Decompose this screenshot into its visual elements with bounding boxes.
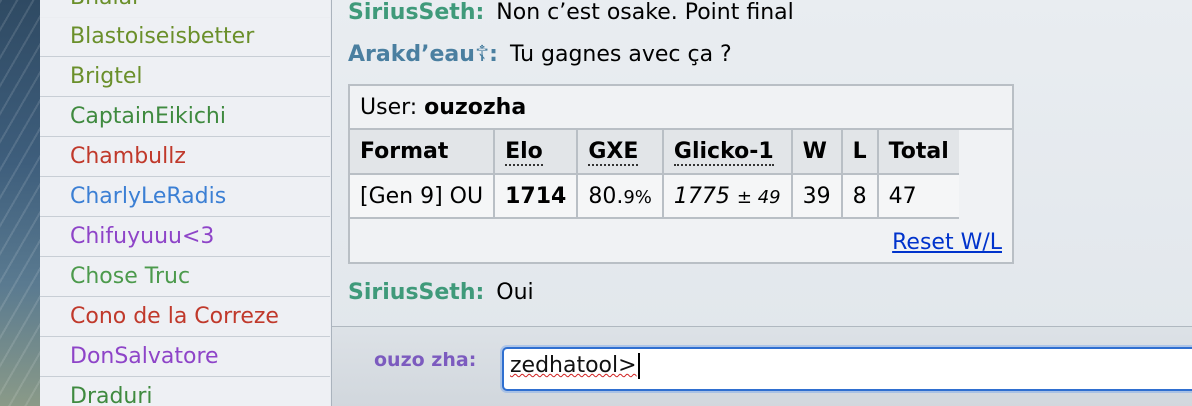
user-list-item[interactable]: Chose Truc (40, 257, 330, 297)
rank-user-line: User: ouzozha (350, 86, 1012, 130)
user-name: Brigtel (70, 64, 143, 89)
cell-format: [Gen 9] OU (350, 174, 496, 219)
cell-elo: 1714 (494, 174, 579, 219)
col-gxe-label: GXE (588, 139, 639, 166)
glicko-main: 1775 (673, 183, 730, 209)
col-glicko: Glicko-1 (662, 130, 793, 175)
gxe-main: 80. (588, 183, 624, 209)
glicko-small: ± 49 (736, 186, 781, 208)
user-list-item[interactable]: Blastoiseisbetter (40, 17, 330, 57)
message-text: Tu gagnes avec ça ? (509, 42, 732, 67)
chat-composer: ouzo zha: zedhatool> (332, 326, 1192, 406)
cell-gxe: 80.9% (577, 174, 664, 219)
message-input-text: zedhatool> (510, 353, 637, 378)
user-name: Chose Truc (70, 264, 191, 289)
user-name: CaptainEikichi (70, 104, 226, 129)
user-list-item[interactable]: Chifuyuuu<3 (40, 217, 330, 257)
user-name: CharlyLeRadis (70, 184, 227, 209)
background-scenery (0, 0, 40, 406)
user-name: Bhalar (70, 0, 141, 10)
message-text: Non c’est osake. Point final (496, 0, 794, 25)
chat-message: Arakd’eau☦: Tu gagnes avec ça ? (348, 42, 732, 67)
composer-username: ouzo zha: (374, 349, 477, 371)
message-author[interactable]: Arakd’eau☦: (348, 42, 498, 67)
col-glicko-label: Glicko-1 (673, 139, 774, 166)
user-list-item[interactable]: DonSalvatore (40, 337, 330, 377)
col-total: Total (877, 130, 959, 175)
user-name: Cono de la Correze (70, 304, 279, 329)
rank-user-label: User: (360, 95, 418, 120)
rank-box: User: ouzozha Format Elo GXE Glicko-1 W … (348, 84, 1014, 264)
col-gxe: GXE (577, 130, 664, 175)
user-list-item[interactable]: Chambullz (40, 137, 330, 177)
chat-log: SiriusSeth: Non c’est osake. Point final … (332, 0, 1192, 326)
user-name: Chambullz (70, 144, 186, 169)
message-input[interactable]: zedhatool> (502, 347, 1192, 391)
reset-wl-link[interactable]: Reset W/L (892, 230, 1002, 255)
chat-message: SiriusSeth: Non c’est osake. Point final (348, 0, 794, 25)
col-w: W (791, 130, 843, 175)
col-elo: Elo (494, 130, 579, 175)
cell-glicko: 1775 ± 49 (662, 174, 793, 219)
cell-total: 47 (877, 174, 959, 219)
reset-row: Reset W/L (350, 222, 1012, 264)
gxe-small: 9% (623, 186, 652, 208)
col-elo-label: Elo (505, 139, 543, 166)
user-list-item[interactable]: CharlyLeRadis (40, 177, 330, 217)
user-list-item[interactable]: Bhalar (40, 0, 330, 18)
user-list-item[interactable]: CaptainEikichi (40, 97, 330, 137)
cell-l: 8 (841, 174, 879, 219)
user-name: Blastoiseisbetter (70, 24, 255, 49)
user-name: Draduri (70, 384, 153, 406)
rank-table: Format Elo GXE Glicko-1 W L Total [Gen 9… (350, 130, 959, 219)
col-format: Format (350, 130, 496, 175)
table-row: [Gen 9] OU 1714 80.9% 1775 ± 49 39 8 47 (350, 174, 959, 219)
user-list-item[interactable]: Cono de la Correze (40, 297, 330, 337)
user-list: Bhalar Blastoiseisbetter Brigtel CaptainEik… (40, 0, 332, 406)
cell-w: 39 (791, 174, 843, 219)
message-author[interactable]: SiriusSeth: (348, 280, 484, 305)
rank-user-name: ouzozha (424, 95, 527, 120)
chat-message: SiriusSeth: Oui (348, 280, 534, 305)
message-author[interactable]: SiriusSeth: (348, 0, 484, 25)
user-list-item[interactable]: Brigtel (40, 57, 330, 97)
message-text: Oui (496, 280, 534, 305)
user-name: DonSalvatore (70, 344, 219, 369)
text-caret (637, 353, 640, 379)
cell-elo-value: 1714 (505, 183, 567, 209)
user-name: Chifuyuuu<3 (70, 224, 215, 249)
user-list-item[interactable]: Draduri (40, 377, 330, 406)
col-l: L (841, 130, 879, 175)
rank-header-row: Format Elo GXE Glicko-1 W L Total (350, 130, 959, 175)
